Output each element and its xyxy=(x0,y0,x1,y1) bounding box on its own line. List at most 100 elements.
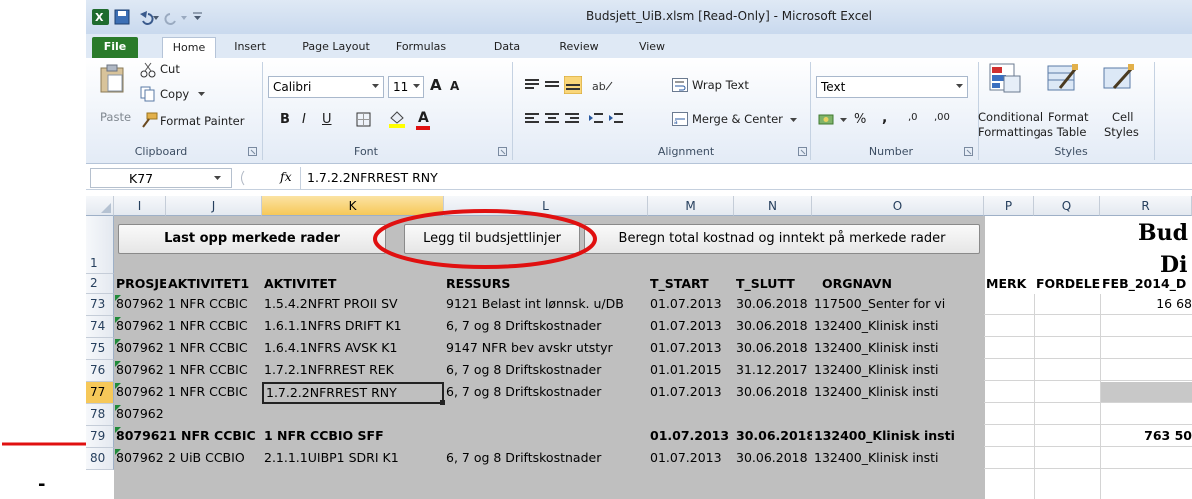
table-cell[interactable]: 30.06.2018 xyxy=(734,448,812,465)
chevron-down-icon[interactable] xyxy=(214,176,221,181)
table-cell[interactable]: 1 NFR CCBIC xyxy=(166,426,262,443)
number-format-combo[interactable]: Text xyxy=(816,76,968,98)
italic-button[interactable]: I xyxy=(302,112,306,127)
header-cell-aktivitet1[interactable]: AKTIVITET1 xyxy=(166,274,262,291)
row-header[interactable]: 79 xyxy=(86,426,114,448)
table-cell[interactable]: 30.06.2018 xyxy=(734,382,812,399)
tab-formulas[interactable]: Formulas xyxy=(392,37,450,58)
cut-label[interactable]: Cut xyxy=(160,62,180,76)
orientation-icon[interactable]: ab xyxy=(592,78,614,92)
paste-label[interactable]: Paste xyxy=(100,110,131,124)
underline-button[interactable]: U xyxy=(322,112,332,127)
align-bottom-icon[interactable] xyxy=(564,76,582,94)
increase-decimal-button[interactable]: ,0 xyxy=(908,112,918,123)
align-center-icon[interactable] xyxy=(544,112,560,126)
header-cell-ressurs[interactable]: RESSURS xyxy=(444,274,648,291)
table-cell[interactable]: 763 50 xyxy=(1100,426,1192,443)
copy-icon[interactable] xyxy=(140,86,156,102)
table-cell[interactable]: 9147 NFR bev avskr utstyr xyxy=(444,338,648,355)
fill-handle[interactable] xyxy=(440,400,445,405)
border-icon[interactable] xyxy=(356,112,372,128)
align-left-icon[interactable] xyxy=(524,112,540,126)
font-color-button[interactable]: A xyxy=(418,110,429,126)
header-cell-orgnavn[interactable]: ORGNAVN xyxy=(812,274,984,291)
table-cell[interactable]: 132400_Klinisk insti xyxy=(812,360,984,377)
number-launcher-icon[interactable] xyxy=(964,147,973,156)
table-cell[interactable]: 1 NFR CCBIC xyxy=(166,294,262,311)
table-cell[interactable]: 6, 7 og 8 Driftskostnader xyxy=(444,448,648,465)
accounting-dropdown-icon[interactable] xyxy=(840,118,847,123)
table-cell[interactable]: 31.12.2017 xyxy=(734,360,812,377)
conditional-formatting-icon[interactable] xyxy=(988,62,1022,96)
header-cell-feb-2014[interactable]: FEB_2014_D xyxy=(1100,274,1192,291)
column-header-m[interactable]: M xyxy=(648,196,734,216)
row-header[interactable]: 76 xyxy=(86,360,114,382)
table-cell[interactable]: 9121 Belast int lønnsk. u/DB xyxy=(444,294,648,311)
header-cell-t-start[interactable]: T_START xyxy=(648,274,734,291)
row-header[interactable]: 2 xyxy=(86,274,114,294)
table-cell[interactable]: 16 68 xyxy=(1100,294,1192,311)
column-header-n[interactable]: N xyxy=(734,196,812,216)
merge-center-icon[interactable]: a xyxy=(672,112,688,126)
row-header[interactable]: 75 xyxy=(86,338,114,360)
table-cell[interactable]: 1 NFR CCBIC xyxy=(166,382,262,399)
row-header-selected[interactable]: 77 xyxy=(86,382,114,404)
table-cell[interactable]: 132400_Klinisk insti xyxy=(812,338,984,355)
conditional-formatting-label-2[interactable]: Formatting xyxy=(978,125,1041,139)
table-cell[interactable]: 6, 7 og 8 Driftskostnader xyxy=(444,360,648,377)
alignment-launcher-icon[interactable] xyxy=(798,147,807,156)
tab-insert[interactable]: Insert xyxy=(230,37,270,58)
header-cell-fordele[interactable]: FORDELE xyxy=(1034,274,1100,291)
row-header[interactable]: 80 xyxy=(86,448,114,470)
table-cell[interactable]: 1 NFR CCBIC xyxy=(166,360,262,377)
merge-dropdown-icon[interactable] xyxy=(790,118,797,123)
align-top-icon[interactable] xyxy=(524,78,540,92)
shrink-font-button[interactable]: A xyxy=(450,79,459,93)
align-right-icon[interactable] xyxy=(564,112,580,126)
header-cell-aktivitet[interactable]: AKTIVITET xyxy=(262,274,444,291)
copy-dropdown-icon[interactable] xyxy=(198,92,205,97)
accounting-format-icon[interactable] xyxy=(818,112,838,128)
wrap-text-icon[interactable] xyxy=(672,78,688,92)
column-header-j[interactable]: J xyxy=(166,196,262,216)
column-header-o[interactable]: O xyxy=(812,196,984,216)
table-cell[interactable]: 01.07.2013 xyxy=(648,426,734,443)
row-header[interactable]: 1 xyxy=(86,216,114,274)
comma-style-button[interactable]: , xyxy=(882,110,887,126)
header-cell-prosje[interactable]: PROSJE xyxy=(114,274,166,291)
table-cell[interactable]: 807962 xyxy=(114,382,166,399)
conditional-formatting-label-1[interactable]: Conditional xyxy=(978,110,1043,124)
table-cell[interactable]: 2 UiB CCBIO xyxy=(166,448,262,465)
fill-color-icon[interactable] xyxy=(388,110,406,128)
format-as-table-icon[interactable] xyxy=(1046,62,1080,96)
format-as-table-label-2[interactable]: as Table xyxy=(1040,125,1086,139)
formula-input[interactable]: 1.7.2.2NFRREST RNY xyxy=(300,167,1192,189)
tab-file[interactable]: File xyxy=(92,37,138,58)
insert-function-button[interactable]: fx xyxy=(280,169,292,184)
upload-selected-rows-button[interactable]: Last opp merkede rader xyxy=(118,224,386,254)
align-middle-icon[interactable] xyxy=(544,78,560,92)
cell-styles-label-2[interactable]: Styles xyxy=(1104,125,1139,139)
header-cell-merk[interactable]: MERK xyxy=(984,274,1034,291)
table-cell[interactable]: 132400_Klinisk insti xyxy=(812,382,984,399)
wrap-text-label[interactable]: Wrap Text xyxy=(692,78,749,92)
table-cell[interactable]: 30.06.2018 xyxy=(734,294,812,311)
table-cell[interactable]: 6, 7 og 8 Driftskostnader xyxy=(444,382,648,399)
table-cell[interactable]: 01.07.2013 xyxy=(648,338,734,355)
active-cell-k77[interactable]: 1.7.2.2NFRREST RNY xyxy=(262,382,444,404)
row-header[interactable]: 73 xyxy=(86,294,114,316)
paste-icon[interactable] xyxy=(98,64,126,94)
font-launcher-icon[interactable] xyxy=(498,147,507,156)
table-cell[interactable]: 132400_Klinisk insti xyxy=(812,316,984,333)
tab-data[interactable]: Data xyxy=(490,37,524,58)
table-cell[interactable]: 807962 xyxy=(114,338,166,355)
table-cell[interactable]: 1 NFR CCBIO SFF xyxy=(262,426,444,443)
increase-indent-icon[interactable] xyxy=(608,112,624,126)
grow-font-button[interactable]: A xyxy=(430,76,442,94)
table-cell[interactable]: 01.07.2013 xyxy=(648,448,734,465)
cell-styles-icon[interactable] xyxy=(1102,62,1136,96)
decrease-decimal-button[interactable]: ,00 xyxy=(934,112,950,123)
format-painter-label[interactable]: Format Painter xyxy=(160,114,244,128)
column-header-p[interactable]: P xyxy=(984,196,1034,216)
calculate-totals-button[interactable]: Beregn total kostnad og inntekt på merke… xyxy=(584,224,980,254)
